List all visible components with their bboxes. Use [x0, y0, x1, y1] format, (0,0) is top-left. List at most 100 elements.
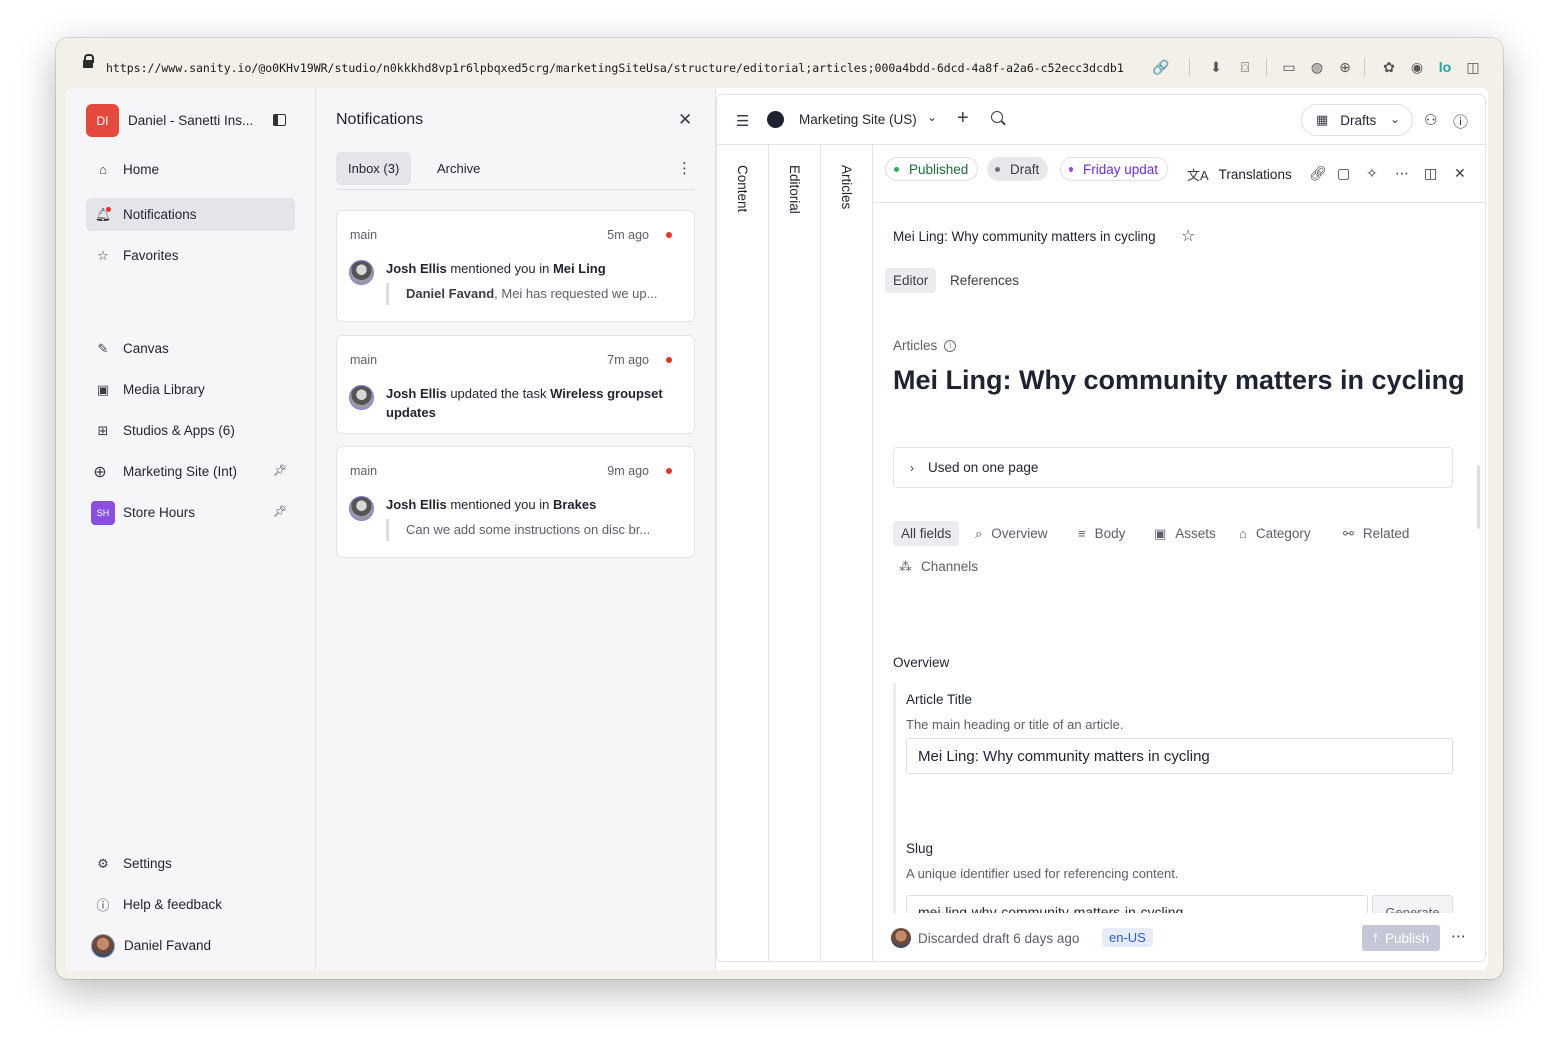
document-type: Articles i: [893, 338, 957, 353]
field-group-body[interactable]: ≡ Body: [1078, 521, 1125, 546]
status-release[interactable]: Friday updat: [1060, 157, 1168, 181]
publish-button[interactable]: ⤒ Publish: [1362, 925, 1440, 951]
collapse-sidebar-icon[interactable]: [273, 114, 286, 126]
sidebar-item-settings[interactable]: ⚙ Settings: [86, 847, 295, 880]
terminal-icon[interactable]: ▭: [1280, 58, 1298, 76]
tab-inbox[interactable]: Inbox (3): [336, 152, 412, 185]
tab-archive[interactable]: Archive: [425, 152, 492, 185]
notification-item[interactable]: main 5m ago Josh Ellis mentioned you in …: [336, 210, 695, 322]
sidebar-item-media-library[interactable]: ▣ Media Library: [86, 373, 295, 406]
pin-icon[interactable]: 📌︎: [273, 505, 287, 518]
slug-input[interactable]: mei-ling-why-community-matters-in-cyclin…: [906, 895, 1368, 913]
sidebar-item-label: Store Hours: [123, 505, 196, 520]
download-icon[interactable]: ⬇: [1207, 58, 1225, 76]
sidebar-item-label: Home: [123, 162, 160, 177]
chevron-right-icon: ›: [910, 460, 914, 475]
sidebar-item-help[interactable]: ⓘ Help & feedback: [86, 888, 295, 921]
status-draft[interactable]: Draft: [987, 157, 1049, 181]
tab-editor[interactable]: Editor: [885, 268, 937, 293]
extension-lo-icon[interactable]: lo: [1436, 58, 1454, 76]
pane-editorial[interactable]: Editorial: [769, 145, 821, 961]
more-icon[interactable]: ⋯: [1451, 927, 1466, 945]
pane-articles[interactable]: Articles: [821, 145, 873, 961]
user-menu[interactable]: Daniel Favand: [86, 929, 295, 962]
avatar: [349, 385, 374, 410]
field-group-related[interactable]: ⚯ Related: [1343, 521, 1409, 546]
tab-references[interactable]: References: [942, 268, 1027, 293]
field-group-category[interactable]: ⌂ Category: [1239, 521, 1311, 546]
unread-dot: [666, 357, 672, 363]
article-title-input[interactable]: Mei Ling: Why community matters in cycli…: [906, 738, 1453, 774]
workspace-switcher[interactable]: DI Daniel - Sanetti Ins...: [86, 104, 253, 137]
split-pane-icon[interactable]: ◫: [1424, 165, 1437, 182]
sidebar-item-studios-apps[interactable]: ⊞ Studios & Apps (6): [86, 414, 295, 447]
presence-icon[interactable]: ⚇: [1424, 111, 1437, 129]
pin-icon[interactable]: 📌︎: [273, 464, 287, 477]
sidebar-item-canvas[interactable]: ✎ Canvas: [86, 332, 295, 365]
notifications-title: Notifications: [336, 111, 424, 128]
notification-item[interactable]: main 7m ago Josh Ellis updated the task …: [336, 335, 695, 434]
password-manager-icon[interactable]: ◉: [1408, 58, 1426, 76]
more-options-icon[interactable]: ⋮: [677, 159, 692, 177]
perspective-selector[interactable]: ▦ Drafts ⌄: [1301, 104, 1413, 136]
sidebar-item-notifications[interactable]: 🔔︎ Notifications: [86, 198, 295, 231]
translations-button[interactable]: 文A Translations: [1187, 165, 1292, 184]
sidebar-item-store-hours[interactable]: SH Store Hours 📌︎: [86, 496, 295, 529]
field-group-assets[interactable]: ▣ Assets: [1154, 521, 1216, 546]
menu-icon[interactable]: ☰: [736, 112, 749, 130]
url-text[interactable]: https://www.sanity.io/@o0KHv19WR/studio/…: [106, 61, 1124, 75]
sidebar-item-home[interactable]: ⌂ Home: [86, 153, 295, 186]
field-description: The main heading or title of an article.: [906, 717, 1124, 732]
globe-icon[interactable]: ◍: [1308, 58, 1326, 76]
status-published[interactable]: Published: [885, 157, 979, 181]
field-group-channels[interactable]: ⁂ Channels: [899, 554, 978, 579]
sidebar-toggle-icon[interactable]: ◫: [1464, 58, 1482, 76]
lock-icon: [83, 54, 94, 68]
field-description: A unique identifier used for referencing…: [906, 866, 1179, 881]
help-icon[interactable]: ⓘ: [1453, 111, 1468, 132]
link-icon[interactable]: 🔗: [1152, 58, 1170, 76]
url-bar[interactable]: https://www.sanity.io/@o0KHv19WR/studio/…: [56, 38, 1503, 88]
close-icon[interactable]: ✕: [1454, 165, 1466, 182]
camera-icon[interactable]: ⌼: [1236, 58, 1254, 76]
site-selector[interactable]: Marketing Site (US): [799, 112, 917, 127]
document-pane: Published Draft Friday updat 文A Translati…: [873, 145, 1485, 961]
avatar: [891, 928, 911, 948]
extension-icon[interactable]: ✿: [1380, 58, 1398, 76]
search-icon[interactable]: [991, 111, 1003, 123]
star-icon[interactable]: ☆: [1181, 226, 1195, 246]
field-group-overview[interactable]: ⌕ Overview: [975, 521, 1048, 546]
more-icon[interactable]: ⋯: [1395, 165, 1409, 182]
sanity-studio: DI Daniel - Sanetti Ins... ⌂ Home 🔔︎ Not…: [66, 88, 1488, 970]
pencil-icon: ✎: [97, 340, 109, 356]
info-icon[interactable]: i: [944, 339, 957, 352]
sidebar-item-marketing-site[interactable]: ⊕ Marketing Site (Int) 📌︎: [86, 455, 295, 488]
translate-icon: 文A: [1187, 168, 1209, 183]
sparkle-icon[interactable]: ✧: [1366, 165, 1378, 182]
text-icon: ≡: [1078, 526, 1086, 541]
timestamp: 7m ago: [607, 353, 649, 367]
unread-dot: [666, 232, 672, 238]
link-icon[interactable]: 🔗︎: [1309, 165, 1327, 182]
status-dot: [995, 166, 1000, 172]
avatar: [349, 496, 374, 521]
comment-icon[interactable]: ▢: [1337, 165, 1350, 182]
close-icon[interactable]: ✕: [678, 110, 692, 130]
add-icon[interactable]: +: [957, 107, 969, 130]
pane-content[interactable]: Content: [717, 145, 769, 961]
sidebar-item-favorites[interactable]: ☆ Favorites: [86, 239, 295, 272]
chevron-down-icon: ⌄: [1389, 112, 1400, 126]
crosshair-icon[interactable]: ⊕: [1336, 58, 1354, 76]
sidebar-item-label: Favorites: [123, 248, 179, 263]
notification-item[interactable]: main 9m ago Josh Ellis mentioned you in …: [336, 446, 695, 558]
avatar: [349, 260, 374, 285]
chevron-down-icon[interactable]: ⌄: [927, 110, 937, 124]
sidebar-item-label: Canvas: [123, 341, 169, 356]
used-on-pages[interactable]: › Used on one page: [893, 447, 1453, 488]
scrollbar[interactable]: [1477, 465, 1480, 529]
status-dot: [1069, 166, 1073, 172]
locale-badge: en-US: [1102, 928, 1153, 947]
generate-button[interactable]: Generate: [1372, 895, 1453, 913]
field-group-all[interactable]: All fields: [893, 521, 960, 546]
notification-text: Josh Ellis mentioned you in Mei Ling: [386, 261, 606, 276]
